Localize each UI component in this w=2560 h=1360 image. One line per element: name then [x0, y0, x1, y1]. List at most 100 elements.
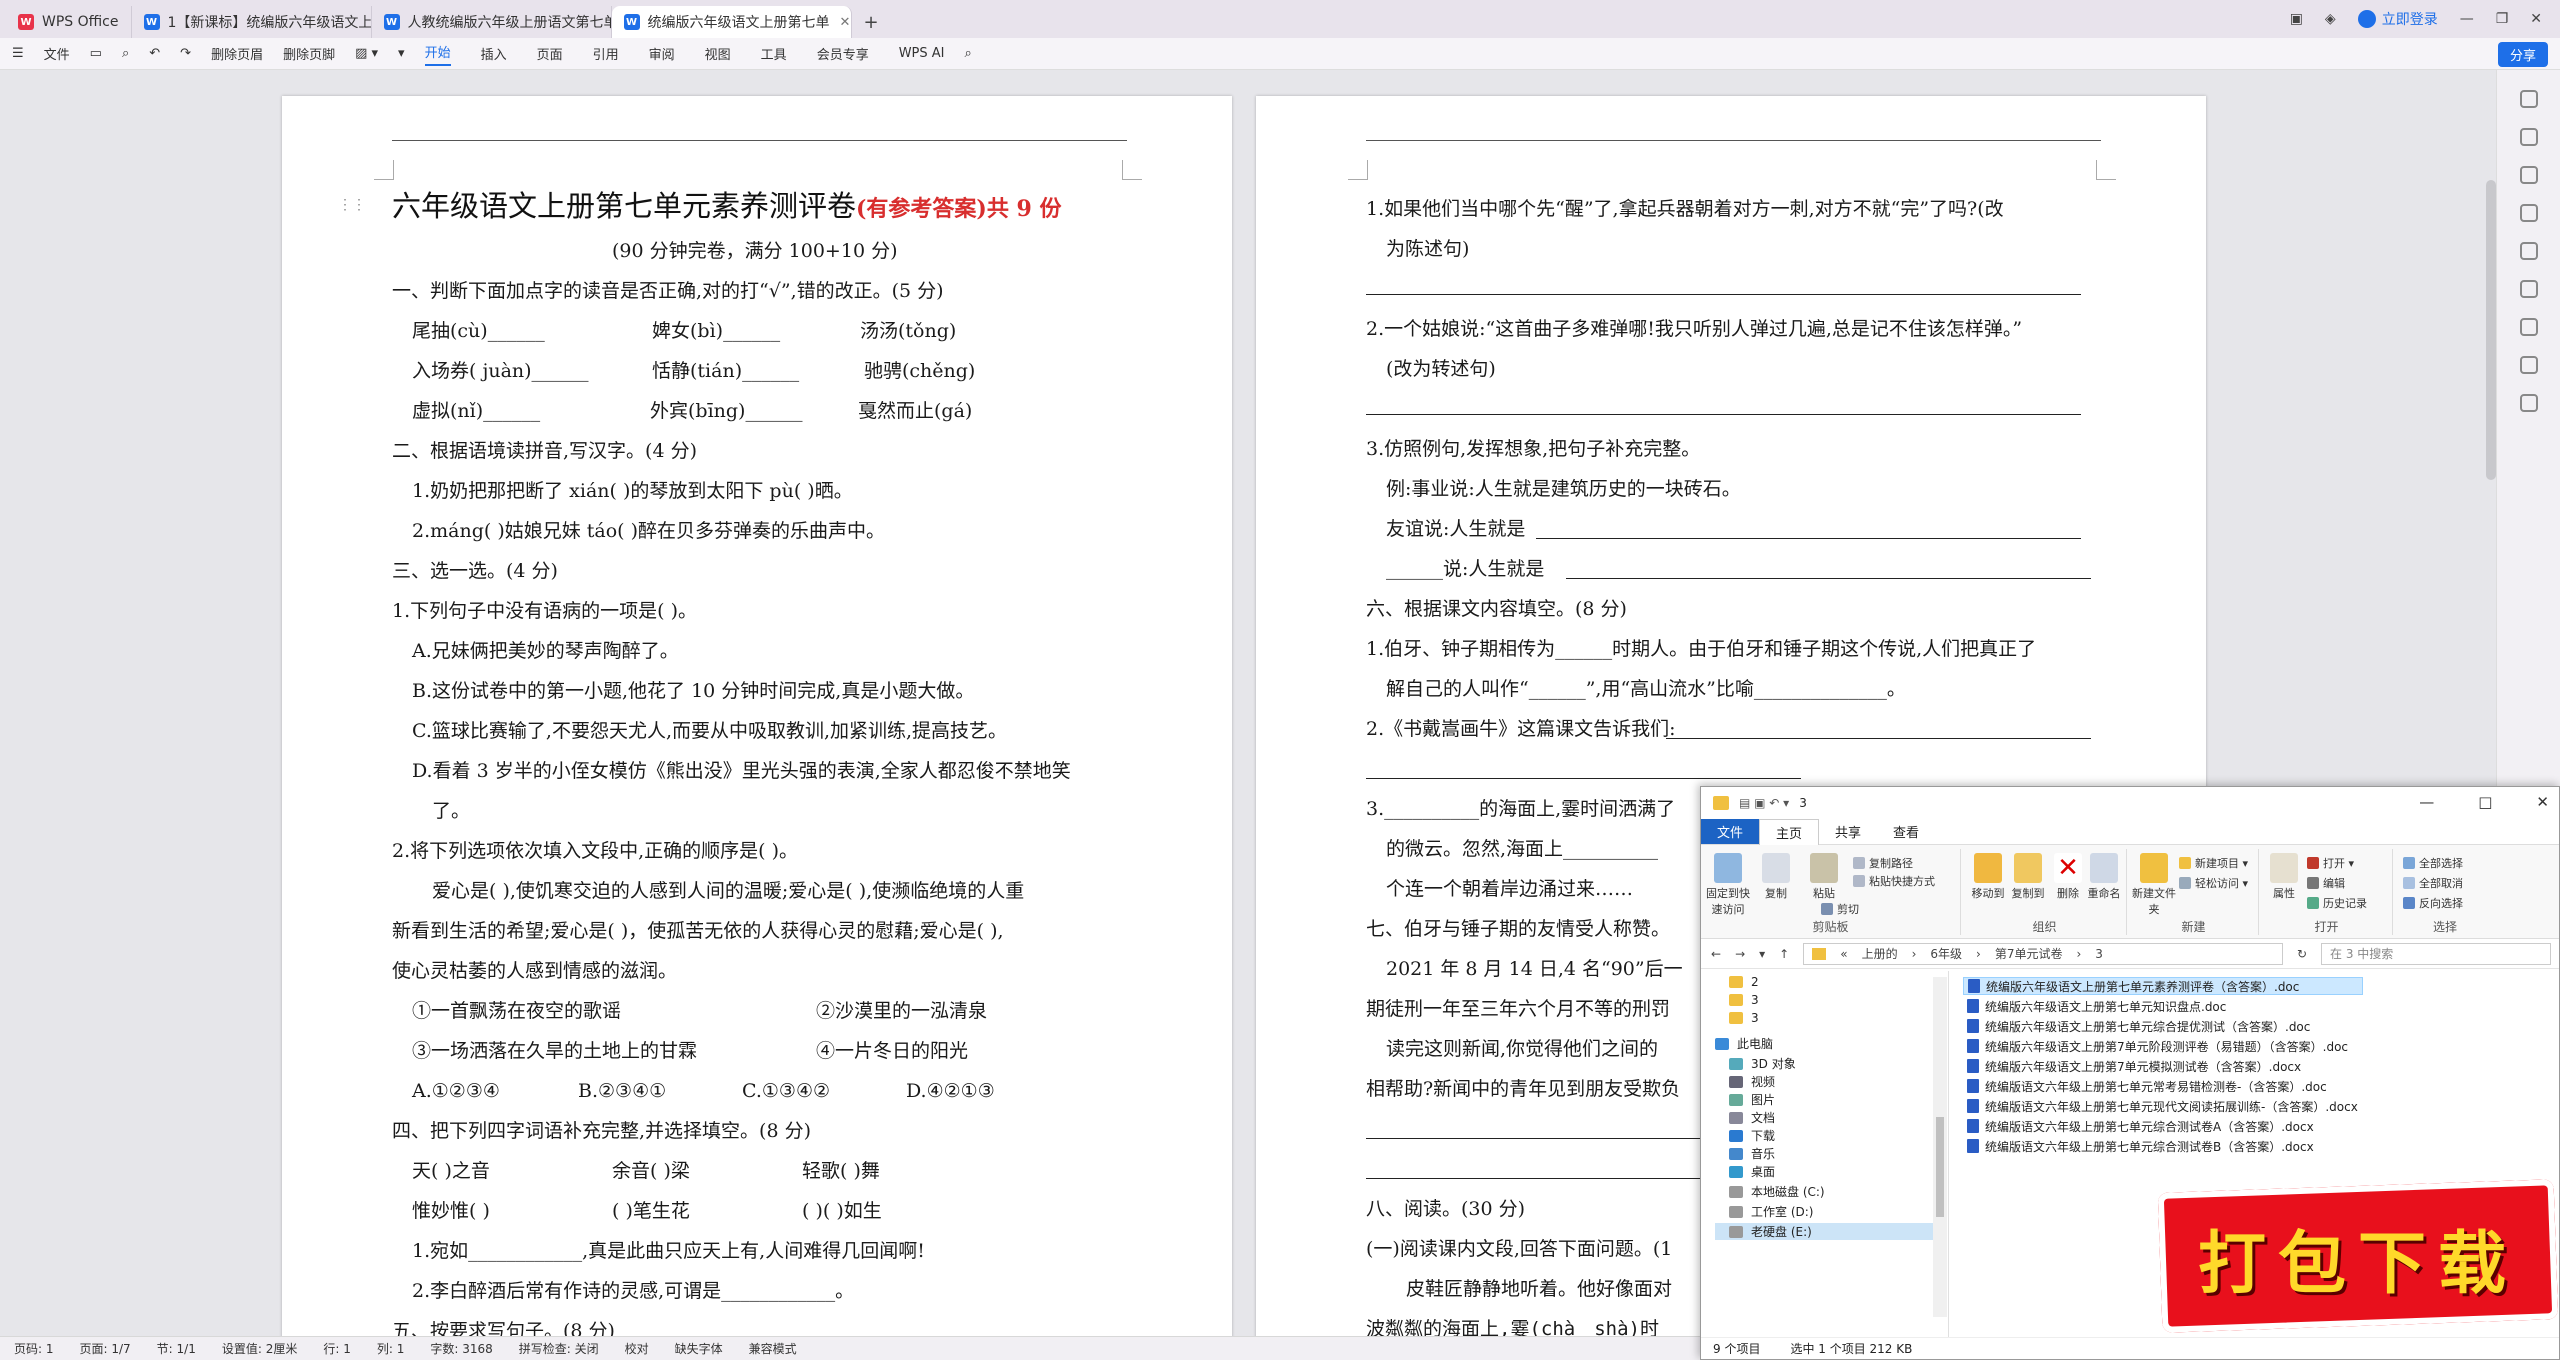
menu-view[interactable]: 视图: [705, 44, 731, 63]
file-row[interactable]: 统编版六年级语文上册第7单元模拟测试卷（含答案）.docx: [1963, 1057, 2301, 1075]
open-button[interactable]: 打开 ▾: [2307, 855, 2354, 871]
nav-item-desktop[interactable]: 桌面: [1729, 1163, 1775, 1180]
nav-item-videos[interactable]: 视频: [1729, 1073, 1775, 1090]
file-row[interactable]: 统编版六年级语文上册第七单元知识盘点.doc: [1963, 997, 2226, 1015]
new-tab-icon[interactable]: +: [852, 6, 891, 38]
tab-share[interactable]: 共享: [1819, 819, 1877, 844]
copy-path-button[interactable]: 复制路径: [1853, 855, 1913, 871]
status-word-count[interactable]: 字数: 3168: [430, 1340, 492, 1357]
scroll-thumb[interactable]: [1936, 1117, 1944, 1217]
menu-tools[interactable]: 工具: [761, 44, 787, 63]
hamburger-menu-icon[interactable]: ☰: [12, 46, 24, 61]
minimize-icon[interactable]: —: [2460, 11, 2474, 27]
paste-shortcut-button[interactable]: 粘贴快捷方式: [1853, 873, 1935, 889]
history-button[interactable]: 历史记录: [2307, 895, 2367, 911]
nav-item-this-pc[interactable]: 此电脑: [1715, 1035, 1773, 1052]
select-none-button[interactable]: 全部取消: [2403, 875, 2463, 891]
pen-icon[interactable]: [2519, 128, 2538, 146]
drag-handle-icon[interactable]: ⋮⋮: [338, 192, 366, 218]
maximize-icon[interactable]: □: [2478, 793, 2492, 811]
tools-icon[interactable]: [2519, 280, 2538, 298]
select-icon[interactable]: [2519, 166, 2538, 184]
login-button[interactable]: 立即登录: [2357, 9, 2438, 29]
vertical-scrollbar[interactable]: [2486, 180, 2496, 480]
close-icon[interactable]: ✕: [2536, 793, 2549, 811]
status-missing-font[interactable]: 缺失字体: [675, 1340, 723, 1357]
file-row[interactable]: 统编版语文六年级上册第七单元现代文阅读拓展训练-（含答案）.docx: [1963, 1097, 2358, 1115]
quick-access-icons[interactable]: ▤ ▣ ↶ ▾: [1739, 796, 1789, 810]
send-icon[interactable]: [2519, 356, 2538, 374]
nav-item-drive-e[interactable]: 老硬盘 (E:): [1715, 1223, 1945, 1240]
delete-header-button[interactable]: 删除页眉: [211, 44, 263, 63]
new-folder-button[interactable]: 新建文件夹: [2131, 849, 2177, 917]
forward-icon[interactable]: →: [1735, 947, 1745, 961]
nav-item-documents[interactable]: 文档: [1729, 1109, 1775, 1126]
up-icon[interactable]: ↑: [1779, 947, 1789, 961]
file-row[interactable]: 统编版语文六年级上册第七单元常考易错检测卷-（含答案）.doc: [1963, 1077, 2327, 1095]
save-icon[interactable]: ▭: [90, 46, 102, 61]
recent-icon[interactable]: ▾: [1759, 947, 1765, 961]
breadcrumb-item[interactable]: 6年级: [1930, 945, 1962, 962]
layout-icon[interactable]: ▣: [2290, 11, 2303, 27]
status-proofread[interactable]: 校对: [625, 1340, 649, 1357]
tab-file[interactable]: 文件: [1701, 819, 1760, 844]
file-row[interactable]: 统编版六年级语文上册第7单元阶段测评卷（易错题）（含答案）.doc: [1963, 1037, 2348, 1055]
menu-insert[interactable]: 插入: [481, 44, 507, 63]
menu-review[interactable]: 审阅: [649, 44, 675, 63]
more-icon[interactable]: ▾: [398, 46, 405, 61]
share-button[interactable]: 分享: [2497, 42, 2548, 67]
rename-button[interactable]: 重命名: [2081, 849, 2127, 901]
help-icon[interactable]: [2519, 318, 2538, 336]
address-bar[interactable]: « 上册的 › 6年级 › 第7单元试卷 › 3: [1803, 942, 2283, 965]
restore-icon[interactable]: ❐: [2496, 11, 2509, 27]
file-row[interactable]: 统编版语文六年级上册第七单元综合测试卷A（含答案）.docx: [1963, 1117, 2314, 1135]
file-row[interactable]: 统编版六年级语文上册第七单元素养测评卷（含答案）.doc: [1963, 977, 2363, 995]
paste-button[interactable]: 粘贴: [1801, 849, 1847, 901]
nav-item-drive-c[interactable]: 本地磁盘 (C:): [1729, 1183, 1825, 1200]
close-window-icon[interactable]: ✕: [2530, 11, 2542, 27]
tab-document-3[interactable]: W 统编版六年级语文上册第七单 ✕: [611, 6, 852, 38]
easy-access-button[interactable]: 轻松访问 ▾: [2179, 875, 2248, 891]
nav-item-folder-3b[interactable]: 3: [1729, 1011, 1759, 1025]
search-icon[interactable]: ⌕: [965, 46, 972, 61]
search-box[interactable]: 在 3 中搜索: [2321, 942, 2551, 965]
minimize-icon[interactable]: —: [2419, 793, 2434, 811]
copy-button[interactable]: 复制: [1753, 849, 1799, 901]
image-icon[interactable]: ▨ ▾: [355, 46, 378, 61]
tab-wps-office[interactable]: W WPS Office: [6, 6, 132, 38]
refresh-icon[interactable]: ↻: [2297, 947, 2307, 961]
properties-button[interactable]: 属性: [2261, 849, 2307, 901]
download-banner[interactable]: 打包下载: [2157, 1179, 2559, 1333]
nav-item-music[interactable]: 音乐: [1729, 1145, 1775, 1162]
nav-item-drive-d[interactable]: 工作室 (D:): [1729, 1203, 1813, 1220]
more-icon[interactable]: [2519, 394, 2538, 412]
pin-quick-access-button[interactable]: 固定到快速访问: [1705, 849, 1751, 917]
close-tab-icon[interactable]: ✕: [840, 15, 851, 30]
breadcrumb-item[interactable]: 3: [2095, 947, 2103, 961]
new-item-button[interactable]: 新建项目 ▾: [2179, 855, 2248, 871]
tab-view[interactable]: 查看: [1877, 819, 1935, 844]
redo-icon[interactable]: ↷: [180, 46, 191, 61]
menu-home[interactable]: 开始: [424, 42, 451, 66]
menu-page[interactable]: 页面: [537, 44, 563, 63]
breadcrumb-item[interactable]: 第7单元试卷: [1995, 945, 2063, 962]
nav-item-pictures[interactable]: 图片: [1729, 1091, 1775, 1108]
cube-icon[interactable]: ◈: [2325, 11, 2336, 27]
settings-icon[interactable]: [2519, 204, 2538, 222]
file-row[interactable]: 统编版语文六年级上册第七单元综合测试卷B（含答案）.docx: [1963, 1137, 2314, 1155]
file-menu[interactable]: 文件: [44, 44, 70, 63]
invert-selection-button[interactable]: 反向选择: [2403, 895, 2463, 911]
nav-item-folder-3[interactable]: 3: [1729, 993, 1759, 1007]
cut-button[interactable]: 剪切: [1821, 901, 1859, 917]
menu-member[interactable]: 会员专享: [817, 44, 869, 63]
breadcrumb-item[interactable]: 上册的: [1862, 945, 1898, 962]
undo-icon[interactable]: ↶: [149, 46, 160, 61]
translate-icon[interactable]: [2519, 242, 2538, 260]
select-all-button[interactable]: 全部选择: [2403, 855, 2463, 871]
nav-item-3d-objects[interactable]: 3D 对象: [1729, 1055, 1796, 1072]
tab-document-1[interactable]: W1【新课标】统编版六年级语文上册第: [132, 6, 372, 38]
back-icon[interactable]: ←: [1711, 947, 1721, 961]
nav-scrollbar[interactable]: [1933, 977, 1947, 1317]
file-row[interactable]: 统编版六年级语文上册第七单元综合提优测试（含答案）.doc: [1963, 1017, 2310, 1035]
nav-item-downloads[interactable]: 下载: [1729, 1127, 1775, 1144]
